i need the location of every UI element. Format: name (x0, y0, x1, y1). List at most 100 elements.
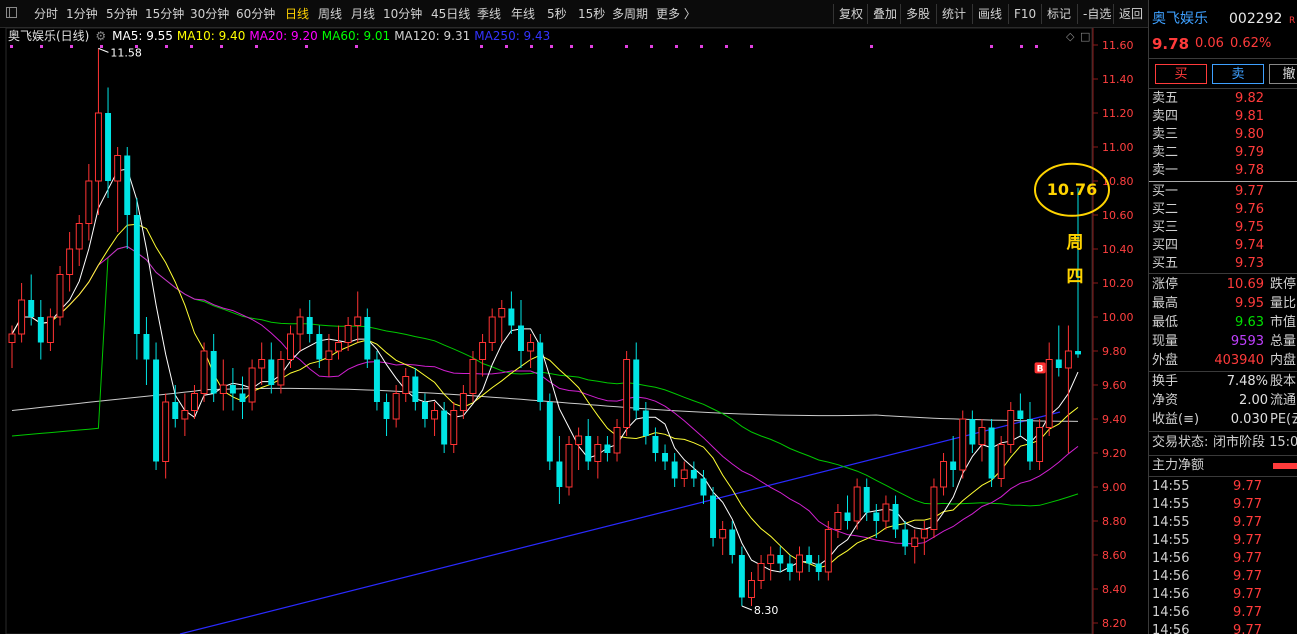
toolbar-button-7[interactable]: -自选 (1077, 4, 1116, 24)
fin-row: 收益(≡)0.030PE(云 (1152, 412, 1297, 427)
event-marker (1020, 45, 1023, 48)
candle-up (219, 384, 227, 394)
ma20-line (11, 245, 1079, 545)
event-marker (40, 45, 43, 48)
candle-up (469, 359, 477, 394)
candle-up (882, 503, 890, 522)
candle-up (335, 342, 342, 352)
event-marker (870, 45, 873, 48)
trade-status: 交易状态: 闭市阶段 15:0 (1152, 435, 1297, 450)
candle-down (316, 334, 323, 360)
candle-down (690, 470, 697, 479)
candle-down (585, 436, 592, 462)
candle-down (988, 427, 995, 479)
tab-8[interactable]: 月线 (351, 6, 375, 23)
toolbar-button-5[interactable]: F10 (1008, 4, 1041, 24)
tick-row: 14:55 9.77 (1152, 497, 1262, 512)
candle-up (488, 316, 496, 343)
tab-4[interactable]: 30分钟 (190, 6, 229, 23)
toolbar-button-6[interactable]: 标记 (1041, 4, 1076, 24)
stat-row: 现量 9593 总量 (1152, 334, 1297, 349)
candle-up (824, 529, 832, 573)
ma-indicator-3: MA60: 9.01 (321, 29, 391, 43)
tab-7[interactable]: 周线 (318, 6, 342, 23)
candle-up (479, 342, 487, 360)
settings-gear-icon[interactable]: ⚙ (95, 29, 106, 43)
candle-up (325, 350, 333, 360)
price-axis-label: 9.40 (1102, 413, 1127, 426)
candle-up (392, 393, 400, 420)
tick-row: 14:56 9.77 (1152, 569, 1262, 584)
cancel-order-button[interactable]: 撤 (1269, 64, 1297, 84)
tab-11[interactable]: 季线 (477, 6, 501, 23)
toolbar-button-2[interactable]: 多股 (900, 4, 935, 24)
buy-button[interactable]: 买 (1155, 64, 1207, 84)
candle-up (46, 316, 54, 343)
candle-down (153, 359, 160, 462)
bid-row: 买三 9.75 (1152, 220, 1264, 235)
candle-down (556, 461, 563, 487)
ask-row: 卖三 9.80 (1152, 127, 1264, 142)
event-marker (990, 45, 993, 48)
candle-down (700, 478, 707, 496)
tab-15[interactable]: 多周期 (612, 6, 648, 23)
stock-name: 奥飞娱乐 (1152, 11, 1208, 27)
event-marker (625, 45, 628, 48)
tab-9[interactable]: 10分钟 (383, 6, 422, 23)
event-marker (570, 45, 573, 48)
candle-down (729, 529, 736, 555)
event-marker (1035, 45, 1038, 48)
candle-up (853, 486, 861, 522)
candle-up (258, 359, 266, 369)
candle-up (748, 580, 755, 598)
candle-up (75, 223, 83, 250)
toolbar-button-3[interactable]: 统计 (936, 4, 971, 24)
candle-up (623, 359, 631, 428)
kline-chart[interactable]: 11.6011.4011.2011.0010.8010.6010.4010.20… (0, 0, 1148, 634)
candle-up (114, 155, 122, 182)
candle-up (613, 427, 621, 454)
event-marker (355, 45, 358, 48)
tab-1[interactable]: 1分钟 (66, 6, 98, 23)
tab-0[interactable]: 分时 (34, 6, 58, 23)
toolbar-button-4[interactable]: 画线 (972, 4, 1007, 24)
candle-up (796, 554, 803, 573)
tab-2[interactable]: 5分钟 (106, 6, 138, 23)
diamond-icon: ◇ (1066, 30, 1075, 43)
stat-row: 涨停 10.69 跌停 (1152, 277, 1297, 292)
tab-12[interactable]: 年线 (511, 6, 535, 23)
candle-down (441, 410, 448, 445)
candle-up (1007, 410, 1015, 445)
price-change-pct: 0.62% (1230, 36, 1272, 51)
candle-up (997, 444, 1005, 479)
candle-down (633, 359, 640, 411)
event-marker (480, 45, 483, 48)
toolbar-button-0[interactable]: 复权 (833, 4, 868, 24)
tab-13[interactable]: 5秒 (547, 6, 567, 23)
tab-6[interactable]: 日线 (285, 6, 309, 23)
tab-16[interactable]: 更多 〉 (656, 6, 696, 23)
candle-up (18, 299, 26, 335)
candle-up (181, 410, 189, 420)
candle-down (383, 402, 390, 419)
candle-down (652, 436, 659, 453)
event-marker (750, 45, 753, 48)
candle-down (306, 317, 313, 334)
candle-up (920, 529, 928, 539)
tab-5[interactable]: 60分钟 (236, 6, 275, 23)
candle-down (412, 376, 419, 402)
sell-button[interactable]: 卖 (1212, 64, 1264, 84)
event-marker (590, 45, 593, 48)
candle-down (537, 342, 544, 402)
panel-toggle-icon[interactable] (6, 7, 17, 18)
candle-down (1055, 359, 1062, 368)
stat-row: 最高 9.95 量比 (1152, 296, 1297, 311)
tab-14[interactable]: 15秒 (578, 6, 605, 23)
candle-up (8, 333, 16, 343)
tab-10[interactable]: 45日线 (431, 6, 470, 23)
toolbar-button-8[interactable]: 返回 (1113, 4, 1148, 24)
ask-row: 卖一 9.78 (1152, 163, 1264, 178)
tab-3[interactable]: 15分钟 (145, 6, 184, 23)
toolbar-button-1[interactable]: 叠加 (867, 4, 902, 24)
candle-down (950, 461, 957, 470)
